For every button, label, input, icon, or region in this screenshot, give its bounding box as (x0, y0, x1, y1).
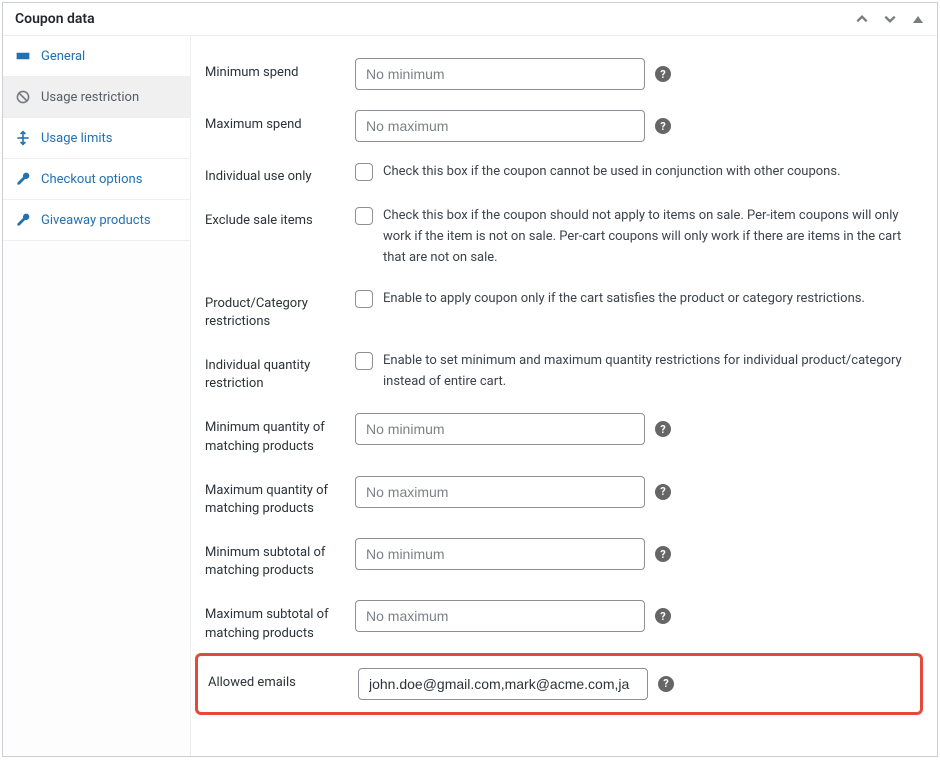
panel-controls (855, 12, 925, 26)
help-icon[interactable]: ? (655, 421, 671, 437)
exclude-sale-desc: Check this box if the coupon should not … (383, 206, 923, 268)
ticket-icon (15, 48, 31, 64)
tab-label: Checkout options (41, 172, 142, 187)
label-maximum-spend: Maximum spend (205, 110, 355, 134)
min-qty-input[interactable] (355, 413, 645, 445)
tab-giveaway-products[interactable]: Giveaway products (3, 200, 190, 241)
field-max-qty: Maximum quantity of matching products ? (205, 466, 923, 528)
allowed-emails-input[interactable] (358, 668, 648, 700)
help-icon[interactable]: ? (655, 546, 671, 562)
field-min-qty: Minimum quantity of matching products ? (205, 403, 923, 465)
label-max-qty: Maximum quantity of matching products (205, 476, 355, 518)
individual-use-checkbox[interactable] (355, 163, 373, 181)
panel-title: Coupon data (15, 11, 95, 27)
label-individual-use: Individual use only (205, 162, 355, 186)
field-minimum-spend: Minimum spend ? (205, 48, 923, 100)
help-icon[interactable]: ? (655, 608, 671, 624)
exclude-sale-checkbox[interactable] (355, 207, 373, 225)
help-icon[interactable]: ? (655, 118, 671, 134)
tab-usage-restriction[interactable]: Usage restriction (3, 77, 190, 118)
wrench-icon (15, 212, 31, 228)
label-min-subtotal: Minimum subtotal of matching products (205, 538, 355, 580)
field-exclude-sale: Exclude sale items Check this box if the… (205, 196, 923, 278)
help-icon[interactable]: ? (658, 676, 674, 692)
panel-body: General Usage restriction Usage limits C… (3, 36, 937, 756)
individual-quantity-desc: Enable to set minimum and maximum quanti… (383, 351, 923, 393)
wrench-icon (15, 171, 31, 187)
minimum-spend-input[interactable] (355, 58, 645, 90)
individual-use-desc: Check this box if the coupon cannot be u… (383, 162, 861, 183)
collapse-icon[interactable] (911, 12, 925, 26)
max-qty-input[interactable] (355, 476, 645, 508)
product-category-checkbox[interactable] (355, 290, 373, 308)
arrows-icon (15, 130, 31, 146)
block-icon (15, 89, 31, 105)
help-icon[interactable]: ? (655, 66, 671, 82)
tab-label: Usage restriction (41, 90, 139, 105)
help-icon[interactable]: ? (655, 484, 671, 500)
tab-label: General (41, 49, 85, 64)
field-product-category: Product/Category restrictions Enable to … (205, 279, 923, 341)
label-max-subtotal: Maximum subtotal of matching products (205, 600, 355, 642)
move-down-icon[interactable] (883, 12, 897, 26)
field-max-subtotal: Maximum subtotal of matching products ? (205, 590, 923, 652)
tab-checkout-options[interactable]: Checkout options (3, 159, 190, 200)
field-allowed-emails: Allowed emails ? (208, 662, 910, 706)
label-minimum-spend: Minimum spend (205, 58, 355, 82)
label-min-qty: Minimum quantity of matching products (205, 413, 355, 455)
maximum-spend-input[interactable] (355, 110, 645, 142)
field-individual-quantity: Individual quantity restriction Enable t… (205, 341, 923, 403)
sidebar: General Usage restriction Usage limits C… (3, 36, 191, 756)
allowed-emails-highlight: Allowed emails ? (195, 653, 923, 715)
min-subtotal-input[interactable] (355, 538, 645, 570)
product-category-desc: Enable to apply coupon only if the cart … (383, 289, 885, 310)
max-subtotal-input[interactable] (355, 600, 645, 632)
tab-label: Usage limits (41, 131, 112, 146)
content: Minimum spend ? Maximum spend ? Individu… (191, 36, 937, 756)
label-exclude-sale: Exclude sale items (205, 206, 355, 230)
individual-quantity-checkbox[interactable] (355, 352, 373, 370)
coupon-data-panel: Coupon data General (2, 2, 938, 757)
label-individual-quantity: Individual quantity restriction (205, 351, 355, 393)
label-allowed-emails: Allowed emails (208, 668, 358, 692)
tab-general[interactable]: General (3, 36, 190, 77)
field-min-subtotal: Minimum subtotal of matching products ? (205, 528, 923, 590)
field-maximum-spend: Maximum spend ? (205, 100, 923, 152)
tab-usage-limits[interactable]: Usage limits (3, 118, 190, 159)
label-product-category: Product/Category restrictions (205, 289, 355, 331)
panel-header: Coupon data (3, 3, 937, 36)
move-up-icon[interactable] (855, 12, 869, 26)
field-individual-use: Individual use only Check this box if th… (205, 152, 923, 196)
tab-label: Giveaway products (41, 213, 151, 228)
